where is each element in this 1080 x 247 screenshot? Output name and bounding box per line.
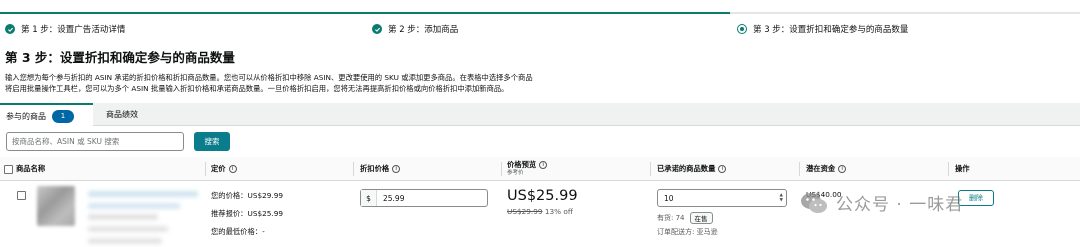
radio-selected-icon [737, 24, 747, 34]
select-all-checkbox[interactable] [4, 164, 13, 174]
search-input[interactable]: 按商品名称、ASIN 或 SKU 搜索 [6, 132, 184, 151]
stepper-progress [0, 12, 730, 14]
page-title: 第 3 步：设置折扣和确定参与的商品数量 [5, 50, 235, 65]
stepper-arrows-icon[interactable]: ▲ ▼ [780, 193, 783, 203]
header-potential-funds: 潜在资金 i [806, 157, 847, 181]
stock-status-badge: 在售 [689, 212, 713, 224]
step-1-label: 第 1 步：设置广告活动详情 [21, 25, 126, 35]
discount-price-input[interactable]: $ 25.99 [360, 189, 488, 207]
description-line-2: 将启用批量操作工具栏，您可以为多个 ASIN 批量输入折扣价格和承诺商品数量。一… [5, 84, 509, 93]
committed-qty-value[interactable]: 10 [664, 194, 674, 203]
step-2[interactable]: 第 2 步：添加商品 [372, 23, 458, 35]
info-icon[interactable]: i [718, 165, 727, 173]
count-badge: 1 [52, 109, 74, 123]
info-icon[interactable]: i [539, 161, 548, 169]
your-price: 您的价格：US$29.99 [211, 191, 283, 200]
header-list-price: 定价 i [211, 157, 237, 181]
column-divider [650, 162, 651, 176]
tab-bar: 参与的商品 1 商品绩效 [0, 103, 1080, 127]
header-actions: 操作 [955, 157, 970, 181]
delete-button[interactable]: 删除 [958, 190, 994, 206]
info-icon[interactable]: i [228, 165, 237, 173]
tab-participating-products[interactable]: 参与的商品 1 [0, 103, 93, 127]
tab-label: 参与的商品 [6, 111, 46, 121]
preview-old-price: US$29.99 [507, 207, 543, 216]
header-potential-funds-label: 潜在资金 [806, 164, 836, 173]
info-icon[interactable]: i [392, 165, 401, 173]
preview-reference: US$29.99 13% off [507, 207, 573, 216]
search-button[interactable]: 搜索 [194, 132, 230, 151]
watermark-text: 公众号 · 一味君 [836, 195, 964, 215]
lowest-price: 您的最低价格：- [211, 227, 265, 236]
info-icon[interactable]: i [838, 165, 847, 173]
discount-price-value[interactable]: 25.99 [377, 194, 404, 203]
header-price-preview: 价格预览 i 参考价 [507, 153, 548, 177]
committed-qty-input[interactable]: 10 ▲ ▼ [657, 189, 787, 207]
header-committed-qty-label: 已承诺的商品数量 [657, 164, 716, 173]
header-discount-price: 折扣价格 i [360, 157, 401, 181]
check-circle-icon [372, 24, 382, 34]
row-checkbox[interactable] [17, 191, 26, 200]
stock-count: 有货: 74 [657, 214, 685, 222]
step-3[interactable]: 第 3 步：设置折扣和确定参与的商品数量 [737, 23, 908, 35]
fulfillment-info: 订单配送方: 亚马逊 [657, 228, 718, 236]
column-divider [948, 162, 949, 176]
watermark: 公众号 · 一味君 [800, 190, 963, 215]
description-line-1: 输入您想为每个参与折扣的 ASIN 承诺的折扣价格和折扣商品数量。您也可以从价格… [5, 73, 533, 82]
blurred-sku [88, 226, 168, 232]
header-list-price-label: 定价 [211, 164, 226, 173]
blurred-asin [88, 214, 158, 220]
step-2-label: 第 2 步：添加商品 [388, 25, 459, 35]
header-name-label: 商品名称 [16, 164, 46, 173]
header-committed-qty: 已承诺的商品数量 i [657, 157, 727, 181]
column-divider [205, 162, 206, 176]
preview-discount-percent: 13% off [544, 207, 573, 216]
column-divider [501, 162, 502, 176]
wechat-logo-icon [801, 192, 827, 213]
stock-info: 有货: 74 在售 [657, 212, 713, 224]
column-divider [353, 162, 354, 176]
step-1[interactable]: 第 1 步：设置广告活动详情 [5, 23, 125, 35]
table-header: 商品名称 定价 i 折扣价格 i 价格预览 i 参考价 已承诺的商品数量 i 潜… [0, 157, 1080, 181]
tab-product-performance[interactable]: 商品绩效 [100, 103, 144, 126]
page-description: 输入您想为每个参与折扣的 ASIN 承诺的折扣价格和折扣商品数量。您也可以从价格… [5, 72, 565, 94]
blurred-meta [88, 238, 162, 244]
header-discount-price-label: 折扣价格 [360, 164, 390, 173]
blurred-product-title [88, 203, 180, 209]
step-3-label: 第 3 步：设置折扣和确定参与的商品数量 [753, 25, 909, 35]
header-name: 商品名称 [4, 157, 45, 181]
header-actions-label: 操作 [955, 164, 970, 173]
product-thumbnail [37, 186, 75, 226]
stepper: 第 1 步：设置广告活动详情 第 2 步：添加商品 第 3 步：设置折扣和确定参… [0, 0, 1080, 36]
header-reference-price: 参考价 [507, 170, 524, 176]
column-divider [799, 162, 800, 176]
check-circle-icon [5, 24, 15, 34]
preview-price: US$25.99 [507, 188, 578, 204]
tab-label: 商品绩效 [106, 110, 138, 119]
recommended-price: 推荐报价：US$25.99 [211, 209, 283, 218]
blurred-product-title[interactable] [88, 191, 198, 197]
currency-prefix: $ [361, 190, 377, 206]
